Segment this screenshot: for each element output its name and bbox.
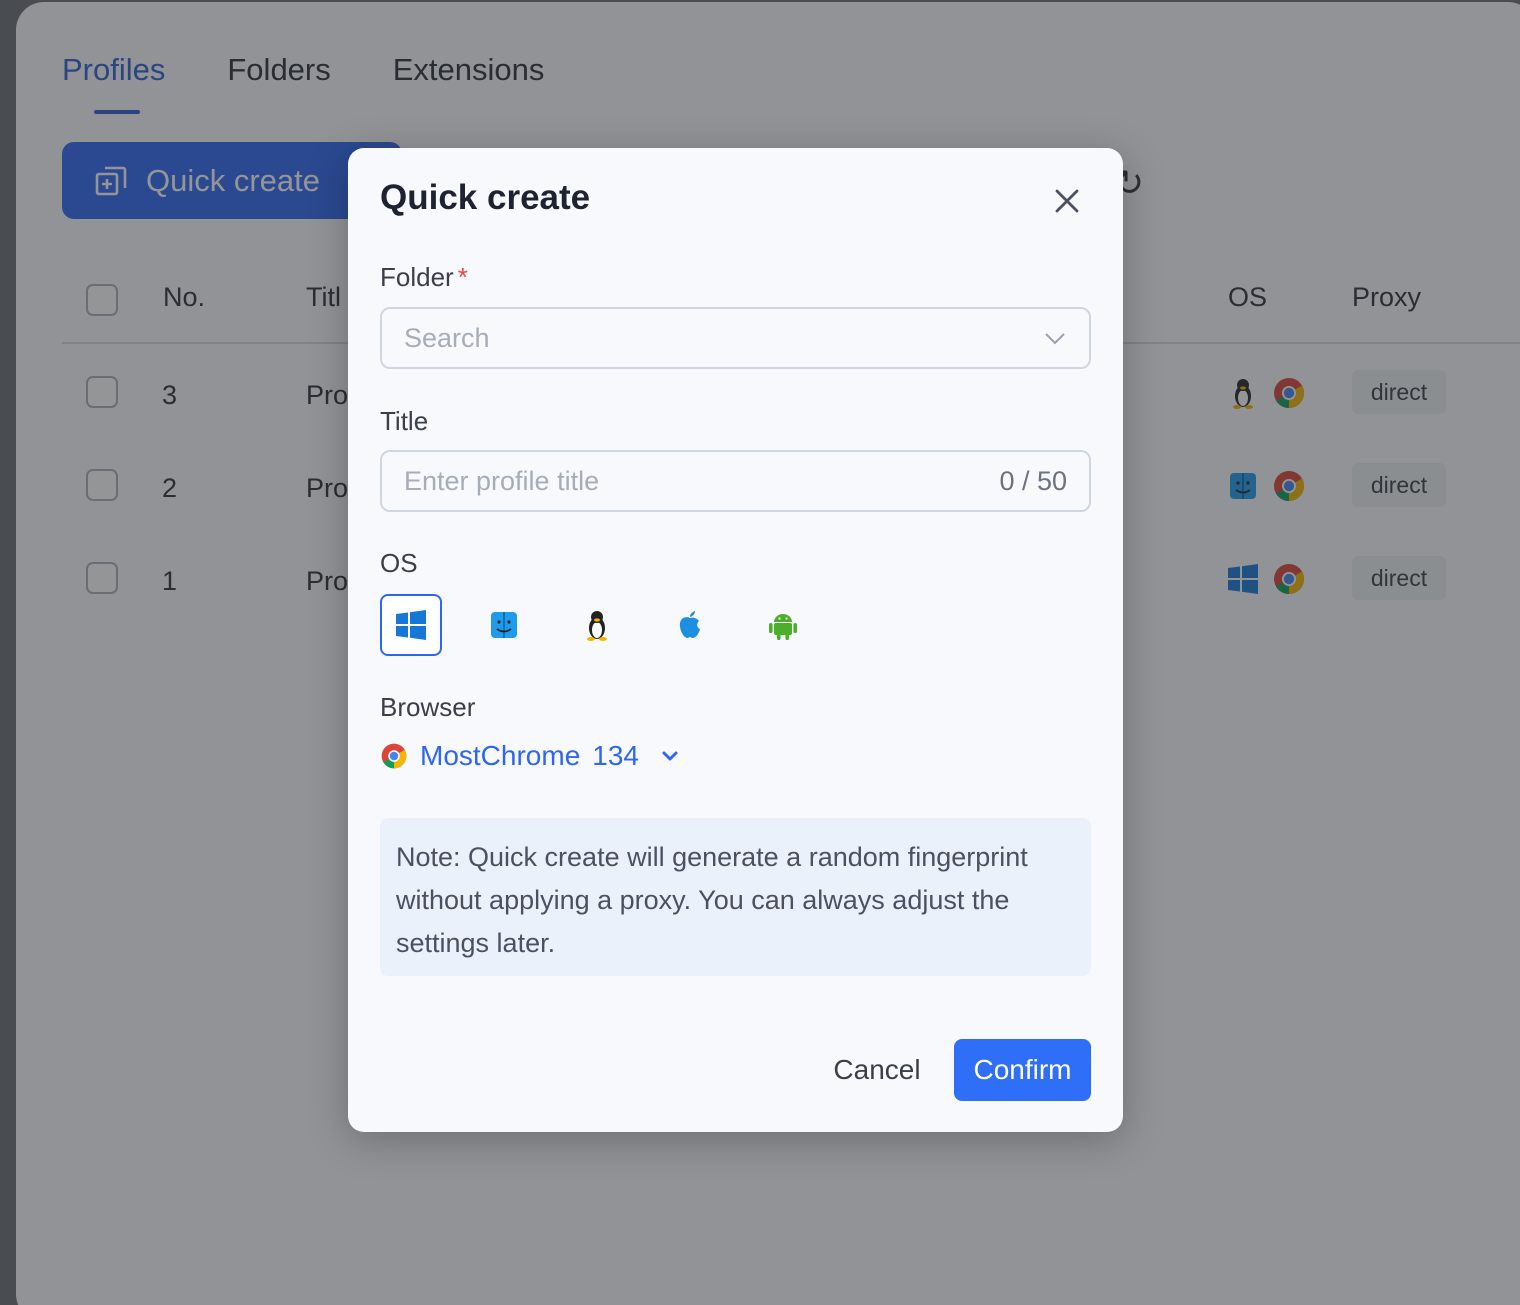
chrome-icon [381, 743, 407, 769]
apple-icon [679, 611, 700, 638]
folder-label-text: Folder [380, 262, 454, 292]
os-option-macos[interactable] [473, 594, 535, 656]
os-option-windows[interactable] [380, 594, 442, 656]
os-option-ios[interactable] [659, 594, 721, 656]
os-selector [380, 594, 814, 656]
confirm-button[interactable]: Confirm [954, 1039, 1091, 1101]
windows-icon [396, 610, 426, 640]
browser-dropdown[interactable]: MostChrome 134 [380, 740, 681, 772]
title-input[interactable] [404, 465, 1000, 497]
linux-icon [587, 611, 607, 641]
chevron-down-icon [1045, 333, 1065, 345]
quick-create-dialog: Quick create Folder* Title 0 / 50 OS [348, 148, 1123, 1132]
folder-select[interactable] [380, 307, 1091, 369]
folder-search-input[interactable] [404, 322, 1043, 354]
title-label: Title [380, 406, 429, 436]
dialog-title: Quick create [380, 178, 591, 217]
title-field[interactable]: 0 / 50 [380, 450, 1091, 512]
browser-label: Browser [380, 692, 476, 722]
android-icon [769, 614, 797, 640]
os-option-android[interactable] [752, 594, 814, 656]
browser-name: MostChrome [420, 740, 581, 771]
folder-label: Folder * [380, 262, 468, 293]
char-counter: 0 / 50 [999, 465, 1067, 496]
chevron-down-icon [662, 751, 678, 761]
browser-version: 134 [592, 740, 639, 771]
info-note: Note: Quick create will generate a rando… [380, 818, 1091, 976]
os-option-linux[interactable] [566, 594, 628, 656]
required-mark: * [457, 262, 468, 292]
macos-icon [491, 612, 517, 638]
os-label: OS [380, 548, 418, 578]
close-icon[interactable] [1050, 184, 1084, 218]
cancel-button[interactable]: Cancel [818, 1039, 936, 1101]
